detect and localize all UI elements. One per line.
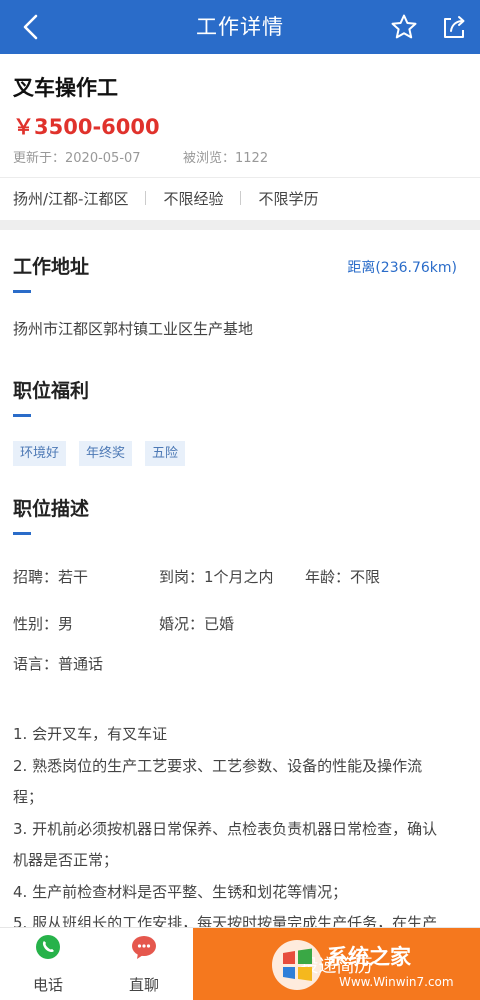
job-title: 叉车操作工 bbox=[13, 76, 118, 100]
distance-link[interactable]: 距离(236.76km) bbox=[347, 257, 457, 277]
arrival-time: 到岗：1个月之内 bbox=[159, 568, 274, 586]
requirements-row: 扬州/江都-江都区 不限经验 不限学历 bbox=[13, 186, 319, 210]
divider bbox=[240, 191, 242, 205]
job-description-text: 1. 会开叉车，有叉车证 2. 熟悉岗位的生产工艺要求、工艺参数、设备的性能及操… bbox=[13, 719, 469, 940]
job-location: 扬州/江都-江都区 bbox=[13, 189, 129, 208]
divider bbox=[145, 191, 147, 205]
address-section-title: 工作地址 bbox=[13, 256, 90, 278]
share-icon bbox=[444, 16, 465, 38]
description-line: 3. 开机前必须按机器日常保养、点检表负责机器日常检查，确认 bbox=[13, 819, 438, 838]
share-button[interactable] bbox=[436, 9, 472, 45]
job-salary: ￥3500-6000 bbox=[13, 115, 160, 139]
marital-requirement: 婚况：已婚 bbox=[159, 615, 235, 633]
job-address[interactable]: 扬州市江都区郭村镇工业区生产基地 bbox=[13, 318, 253, 339]
view-count: 被浏览：1122 bbox=[183, 151, 269, 166]
benefit-tag: 环境好 bbox=[13, 441, 67, 466]
watermark-url: Www.Winwin7.com bbox=[339, 975, 454, 989]
header-bar: 工作详情 bbox=[0, 0, 480, 54]
description-line: 4. 生产前检查材料是否平整、生锈和划花等情况； bbox=[13, 882, 348, 901]
chat-bubble-icon bbox=[132, 936, 156, 959]
section-accent-bar bbox=[13, 414, 31, 417]
bottom-action-bar: 电话 直聊 投递简历 系统之家 Www.Winwin7.com bbox=[0, 927, 480, 1000]
chat-label: 直聊 bbox=[128, 976, 159, 994]
updated-date: 更新于：2020-05-07 bbox=[13, 151, 141, 166]
benefit-tag: 五险 bbox=[145, 441, 186, 466]
phone-button[interactable]: 电话 bbox=[0, 928, 96, 1000]
section-accent-bar bbox=[13, 532, 31, 535]
description-line: 2. 熟悉岗位的生产工艺要求、工艺参数、设备的性能及操作流 bbox=[13, 756, 423, 775]
benefits-section-title: 职位福利 bbox=[13, 380, 90, 402]
divider bbox=[0, 177, 480, 178]
description-line: 1. 会开叉车，有叉车证 bbox=[13, 725, 168, 743]
section-accent-bar bbox=[13, 290, 31, 293]
language-requirement: 语言：普通话 bbox=[13, 655, 104, 673]
section-gap bbox=[0, 220, 480, 230]
watermark-title: 系统之家 bbox=[327, 945, 411, 969]
windows-logo-icon bbox=[272, 940, 322, 990]
description-line: 机器是否正常； bbox=[13, 851, 119, 869]
recruit-count: 招聘：若干 bbox=[13, 568, 89, 586]
gender-requirement: 性别：男 bbox=[13, 615, 74, 633]
job-education: 不限学历 bbox=[258, 189, 319, 208]
benefit-tag: 年终奖 bbox=[79, 441, 133, 466]
chat-button[interactable]: 直聊 bbox=[96, 928, 192, 1000]
site-watermark: 系统之家 Www.Winwin7.com bbox=[269, 937, 474, 995]
description-line: 程； bbox=[13, 788, 44, 806]
star-icon bbox=[391, 14, 417, 39]
job-experience: 不限经验 bbox=[163, 189, 224, 208]
phone-label: 电话 bbox=[32, 976, 63, 994]
favorite-button[interactable] bbox=[386, 9, 422, 45]
age-requirement: 年龄：不限 bbox=[305, 568, 381, 586]
job-summary-card: 叉车操作工 ￥3500-6000 更新于：2020-05-07 被浏览：1122… bbox=[0, 54, 480, 220]
apply-resume-button[interactable]: 投递简历 系统之家 Www.Winwin7.com bbox=[193, 928, 480, 1000]
phone-icon bbox=[36, 935, 60, 959]
description-section-title: 职位描述 bbox=[13, 498, 90, 520]
